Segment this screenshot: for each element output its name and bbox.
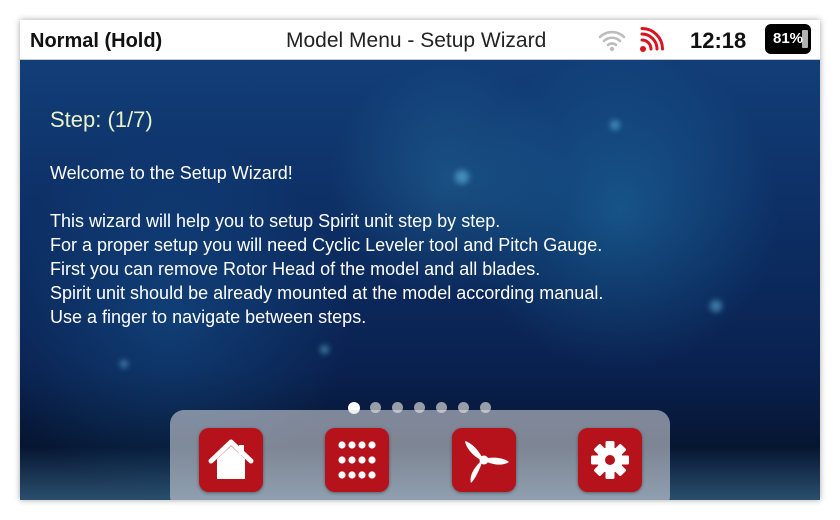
rc-signal-icon: [639, 27, 667, 58]
description-line: Use a finger to navigate between steps.: [50, 307, 367, 327]
step-indicator: Step: (1/7): [50, 107, 153, 132]
welcome-line: Welcome to the Setup Wizard!: [50, 163, 293, 183]
device-screen: Normal (Hold) Model Menu - Setup Wizard …: [20, 20, 820, 500]
description-line: For a proper setup you will need Cyclic …: [50, 235, 603, 255]
home-button[interactable]: [199, 428, 263, 492]
bokeh-light: [610, 120, 620, 130]
wizard-description: Welcome to the Setup Wizard! This wizard…: [50, 161, 603, 329]
rotor-button[interactable]: [452, 428, 516, 492]
flight-mode: Normal (Hold): [30, 30, 163, 52]
bokeh-light: [320, 345, 329, 354]
battery-indicator: 81%: [765, 24, 811, 54]
bokeh-light: [710, 300, 722, 312]
battery-percent: 81%: [772, 30, 804, 47]
bokeh-light: [120, 360, 128, 368]
description-line: First you can remove Rotor Head of the m…: [50, 259, 541, 279]
dock-bar: [170, 410, 670, 500]
description-line: Spirit unit should be already mounted at…: [50, 283, 604, 303]
clock: 12:18: [690, 28, 747, 53]
description-line: This wizard will help you to setup Spiri…: [50, 211, 501, 231]
wizard-panel[interactable]: Step: (1/7) Welcome to the Setup Wizard!…: [20, 60, 820, 500]
menu-button[interactable]: [325, 428, 389, 492]
settings-button[interactable]: [578, 428, 642, 492]
wifi-icon: [598, 27, 626, 58]
page-title: Model Menu - Setup Wizard: [286, 29, 547, 52]
status-bar: Normal (Hold) Model Menu - Setup Wizard …: [20, 20, 820, 60]
